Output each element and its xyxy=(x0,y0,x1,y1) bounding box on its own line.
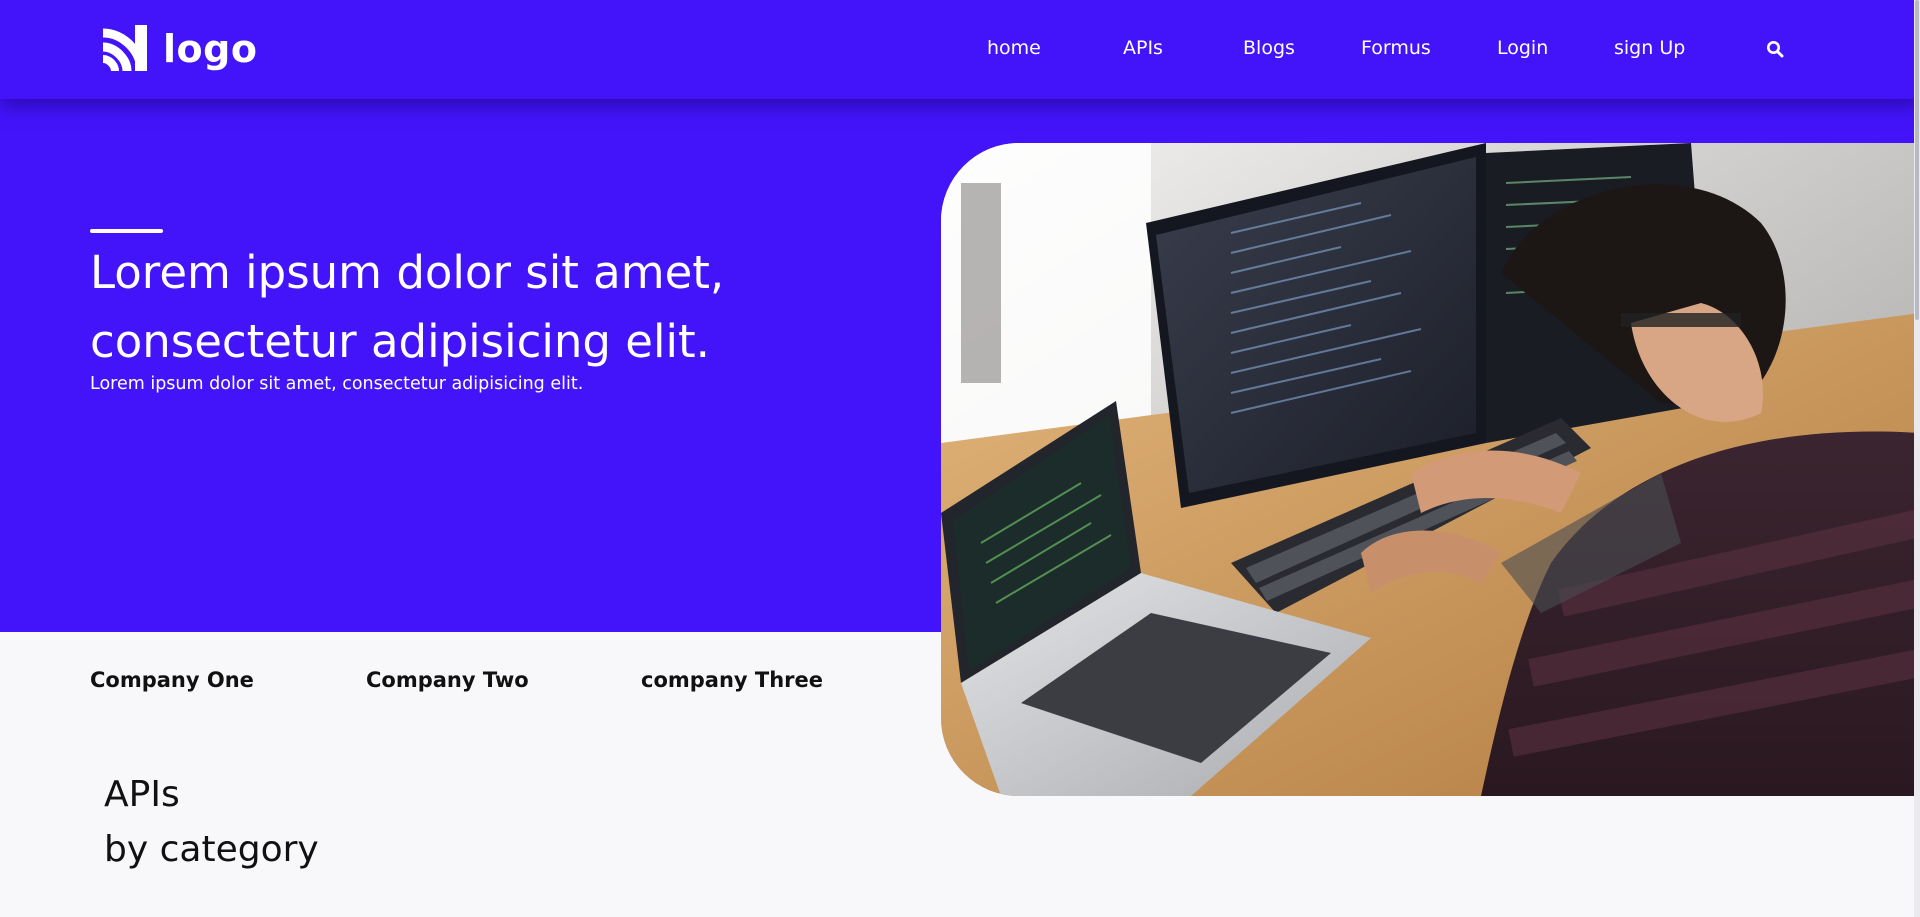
apis-heading-line2: by category xyxy=(104,829,319,870)
nav-item-blogs[interactable]: Blogs xyxy=(1243,37,1295,59)
hero-image xyxy=(941,143,1920,796)
nav-item-login[interactable]: Login xyxy=(1497,37,1548,59)
hero-subtitle: Lorem ipsum dolor sit amet, consectetur … xyxy=(90,374,584,394)
hero-title-line2: consectetur adipisicing elit. xyxy=(90,315,710,368)
search-button[interactable] xyxy=(1764,38,1786,60)
hero-title: Lorem ipsum dolor sit amet, consectetur … xyxy=(90,238,890,376)
main-nav: home APIs Blogs Formus Login sign Up xyxy=(0,0,1920,99)
page-scrollbar[interactable] xyxy=(1914,0,1920,917)
scrollbar-thumb[interactable] xyxy=(1915,0,1919,320)
company-one: Company One xyxy=(90,668,254,692)
nav-item-formus[interactable]: Formus xyxy=(1361,37,1431,59)
developer-photo xyxy=(941,143,1920,796)
nav-item-signup[interactable]: sign Up xyxy=(1614,37,1685,59)
hero-title-line1: Lorem ipsum dolor sit amet, xyxy=(90,246,725,299)
top-navbar: logo home APIs Blogs Formus Login sign U… xyxy=(0,0,1920,99)
hero-accent-line xyxy=(90,229,163,233)
nav-item-home[interactable]: home xyxy=(987,37,1041,59)
apis-section-heading: APIs by category xyxy=(104,767,319,877)
search-icon xyxy=(1767,41,1784,58)
companies-strip: Company One Company Two company Three xyxy=(0,632,941,732)
company-two: Company Two xyxy=(366,668,529,692)
apis-heading-line1: APIs xyxy=(104,774,180,815)
company-three: company Three xyxy=(641,668,824,692)
page: logo home APIs Blogs Formus Login sign U… xyxy=(0,0,1920,917)
nav-item-apis[interactable]: APIs xyxy=(1123,37,1163,59)
